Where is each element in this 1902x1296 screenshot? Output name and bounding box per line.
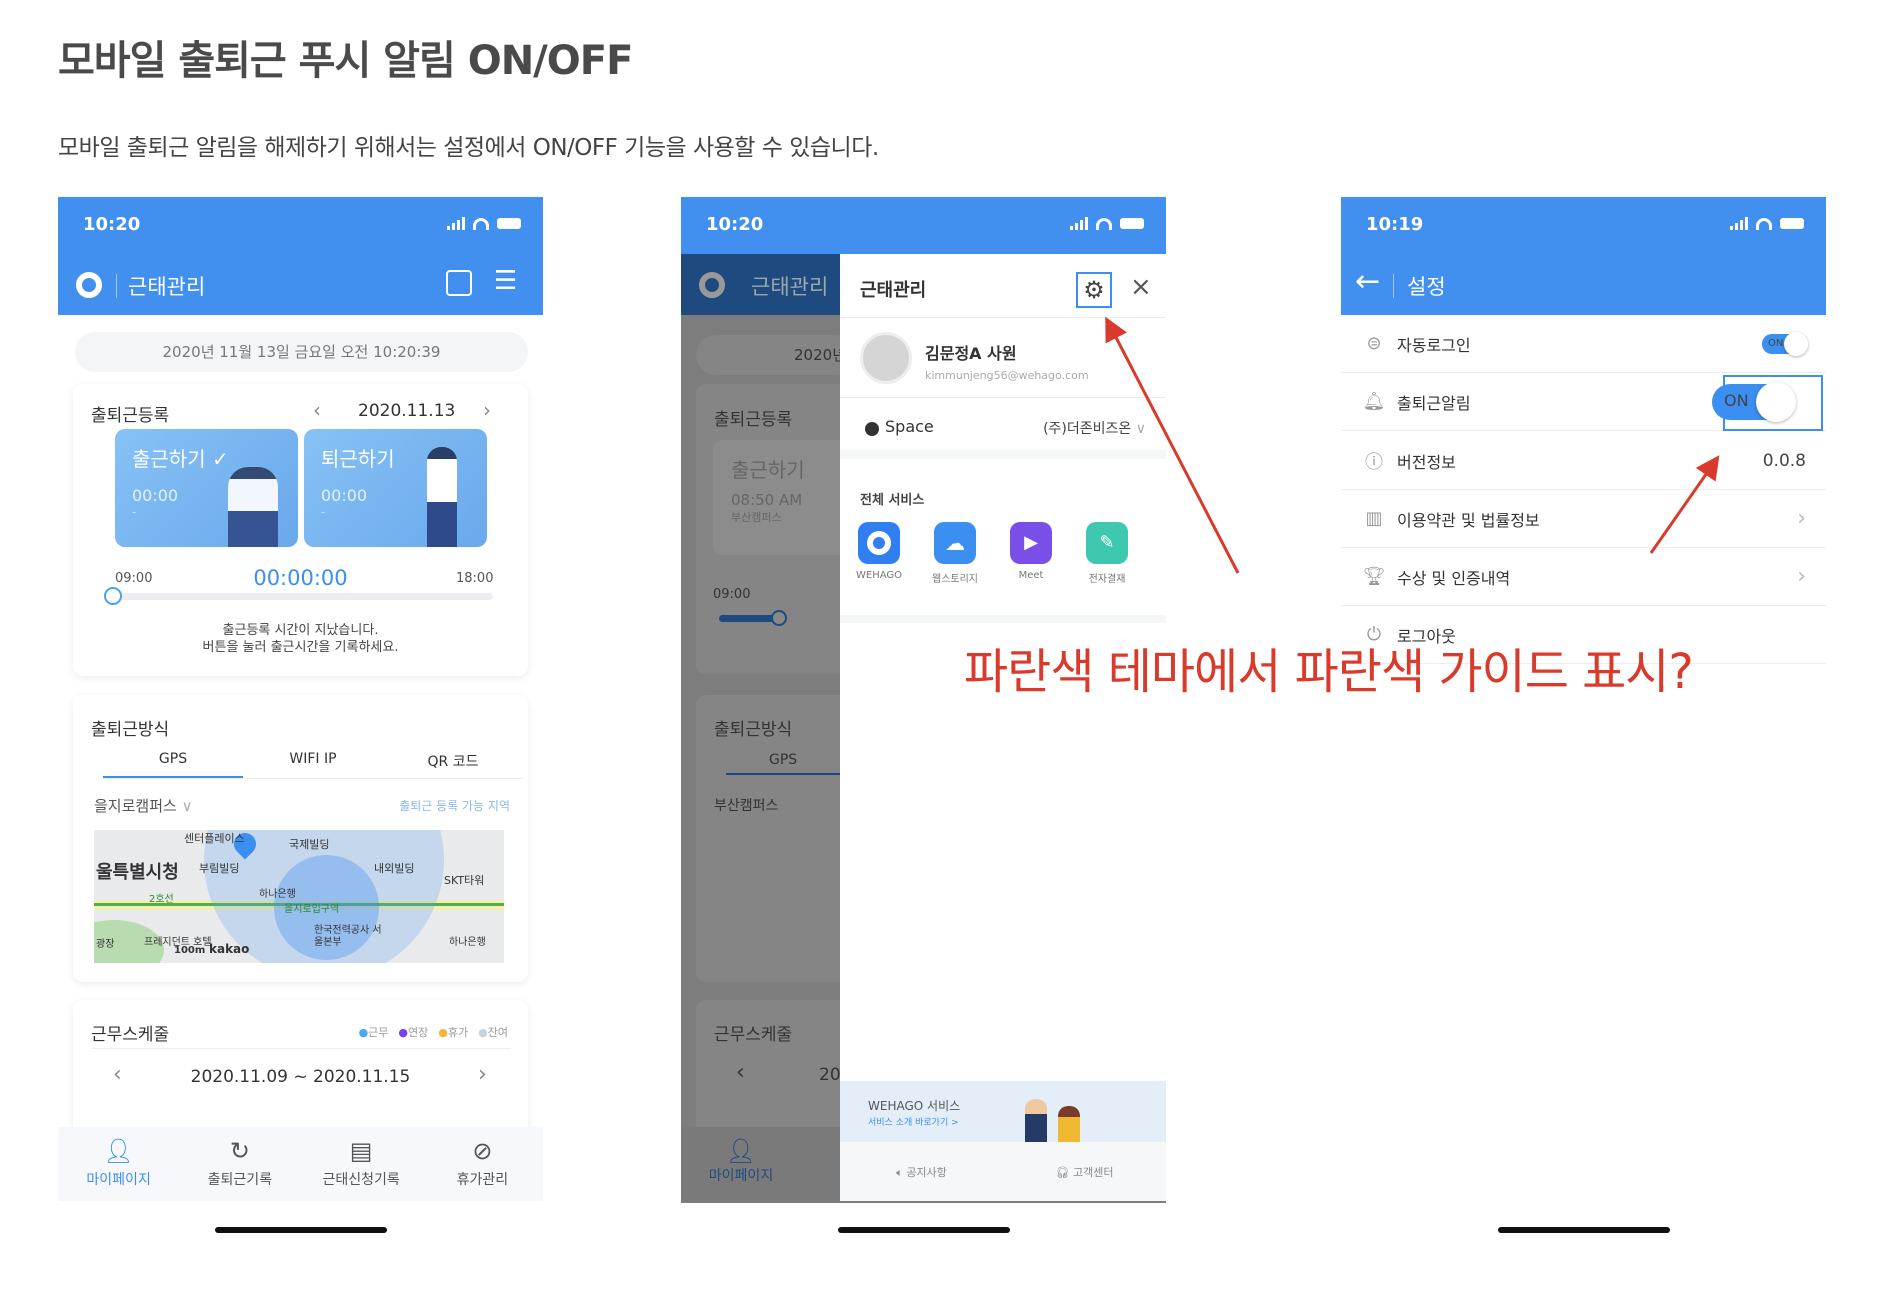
arrow-to-gear [1105,316,1240,574]
arrow-to-toggle [1649,455,1720,554]
annotation-text: 파란색 테마에서 파란색 가이드 표시? [964,644,1694,700]
